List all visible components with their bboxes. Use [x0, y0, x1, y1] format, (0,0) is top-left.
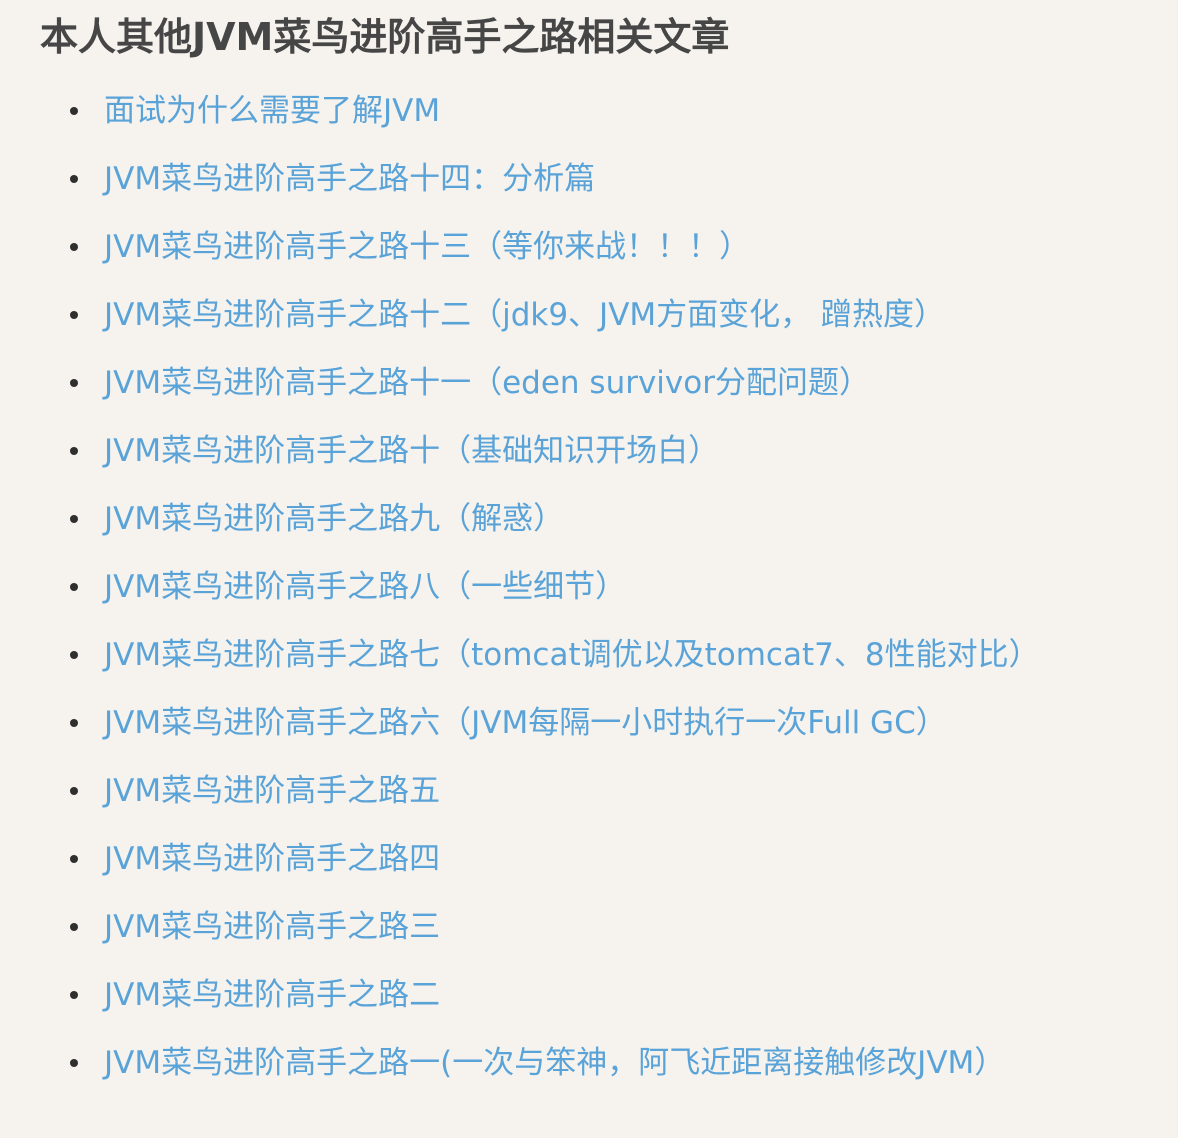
list-item: 面试为什么需要了解JVM — [40, 91, 1178, 159]
article-link[interactable]: JVM菜鸟进阶高手之路七（tomcat调优以及tomcat7、8性能对比） — [104, 635, 1040, 675]
article-link[interactable]: JVM菜鸟进阶高手之路十（基础知识开场白） — [104, 431, 719, 471]
bullet-icon — [70, 515, 78, 523]
article-link[interactable]: JVM菜鸟进阶高手之路九（解惑） — [104, 499, 564, 539]
article-link[interactable]: JVM菜鸟进阶高手之路四 — [104, 839, 440, 879]
list-item: JVM菜鸟进阶高手之路一(一次与笨神，阿飞近距离接触修改JVM） — [40, 1043, 1178, 1111]
list-item: JVM菜鸟进阶高手之路十四：分析篇 — [40, 159, 1178, 227]
article-link[interactable]: JVM菜鸟进阶高手之路五 — [104, 771, 440, 811]
bullet-icon — [70, 447, 78, 455]
list-item: JVM菜鸟进阶高手之路十（基础知识开场白） — [40, 431, 1178, 499]
bullet-icon — [70, 311, 78, 319]
bullet-icon — [70, 991, 78, 999]
article-link[interactable]: JVM菜鸟进阶高手之路一(一次与笨神，阿飞近距离接触修改JVM） — [104, 1043, 1005, 1083]
list-item: JVM菜鸟进阶高手之路十二（jdk9、JVM方面变化， 蹭热度） — [40, 295, 1178, 363]
list-item: JVM菜鸟进阶高手之路三 — [40, 907, 1178, 975]
article-link[interactable]: 面试为什么需要了解JVM — [104, 91, 440, 131]
article-section: 本人其他JVM菜鸟进阶高手之路相关文章 面试为什么需要了解JVM JVM菜鸟进阶… — [0, 0, 1178, 1138]
bullet-icon — [70, 923, 78, 931]
bullet-icon — [70, 651, 78, 659]
section-title: 本人其他JVM菜鸟进阶高手之路相关文章 — [40, 15, 730, 59]
list-item: JVM菜鸟进阶高手之路十三（等你来战！！！） — [40, 227, 1178, 295]
article-link[interactable]: JVM菜鸟进阶高手之路十二（jdk9、JVM方面变化， 蹭热度） — [104, 295, 945, 335]
list-item: JVM菜鸟进阶高手之路四 — [40, 839, 1178, 907]
bullet-icon — [70, 379, 78, 387]
article-link[interactable]: JVM菜鸟进阶高手之路十四：分析篇 — [104, 159, 595, 199]
list-item: JVM菜鸟进阶高手之路五 — [40, 771, 1178, 839]
bullet-icon — [70, 787, 78, 795]
article-link[interactable]: JVM菜鸟进阶高手之路六（JVM每隔一小时执行一次Full GC） — [104, 703, 947, 743]
article-link[interactable]: JVM菜鸟进阶高手之路八（一些细节） — [104, 567, 626, 607]
list-item: JVM菜鸟进阶高手之路六（JVM每隔一小时执行一次Full GC） — [40, 703, 1178, 771]
bullet-icon — [70, 583, 78, 591]
bullet-icon — [70, 719, 78, 727]
related-articles-list: 面试为什么需要了解JVM JVM菜鸟进阶高手之路十四：分析篇 JVM菜鸟进阶高手… — [40, 91, 1178, 1111]
article-link[interactable]: JVM菜鸟进阶高手之路十一（eden survivor分配问题） — [104, 363, 870, 403]
bullet-icon — [70, 175, 78, 183]
list-item: JVM菜鸟进阶高手之路二 — [40, 975, 1178, 1043]
bullet-icon — [70, 855, 78, 863]
article-link[interactable]: JVM菜鸟进阶高手之路三 — [104, 907, 440, 947]
article-link[interactable]: JVM菜鸟进阶高手之路十三（等你来战！！！） — [104, 227, 750, 267]
article-link[interactable]: JVM菜鸟进阶高手之路二 — [104, 975, 440, 1015]
list-item: JVM菜鸟进阶高手之路八（一些细节） — [40, 567, 1178, 635]
list-item: JVM菜鸟进阶高手之路七（tomcat调优以及tomcat7、8性能对比） — [40, 635, 1178, 703]
list-item: JVM菜鸟进阶高手之路十一（eden survivor分配问题） — [40, 363, 1178, 431]
list-item: JVM菜鸟进阶高手之路九（解惑） — [40, 499, 1178, 567]
bullet-icon — [70, 107, 78, 115]
bullet-icon — [70, 243, 78, 251]
bullet-icon — [70, 1059, 78, 1067]
